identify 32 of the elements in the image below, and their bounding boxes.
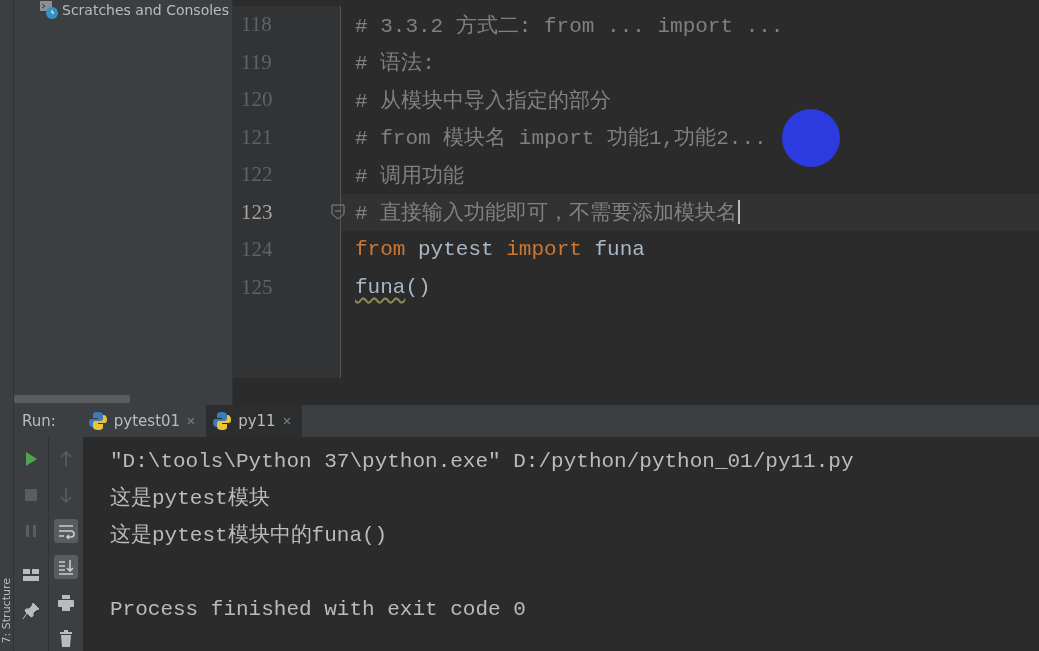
python-icon bbox=[212, 411, 233, 432]
code-token: # from 模块名 import 功能1,功能2... bbox=[355, 125, 767, 152]
console-line: Process finished with exit code 0 bbox=[110, 597, 527, 623]
code-token: # 语法: bbox=[355, 50, 435, 77]
cursor-highlight bbox=[782, 109, 840, 167]
scroll-end-icon[interactable] bbox=[54, 555, 78, 579]
fold-icon[interactable] bbox=[331, 204, 345, 221]
wrap-icon[interactable] bbox=[54, 519, 78, 543]
code-token: from bbox=[355, 238, 406, 262]
code-token: # 直接输入功能即可，不需要添加模块名 bbox=[355, 200, 738, 227]
run-tab[interactable]: pytest01 bbox=[81, 405, 207, 437]
text-cursor bbox=[738, 200, 741, 225]
code-token: funa bbox=[355, 275, 406, 299]
tree-item[interactable]: Scratches and Consoles bbox=[14, 0, 232, 20]
structure-tab[interactable]: 7: Structure bbox=[0, 577, 13, 643]
console-line: "D:\tools\Python 37\python.exe" D:/python/python_01/py11.py bbox=[110, 449, 854, 475]
code-token: import bbox=[506, 238, 582, 262]
run-tab[interactable]: py11 bbox=[206, 405, 302, 437]
close-icon[interactable] bbox=[186, 416, 197, 427]
close-icon[interactable] bbox=[281, 416, 292, 427]
code-token: # 3.3.2 方式二: from ... import ... bbox=[355, 13, 784, 39]
code-token: # 从模块中导入指定的部分 bbox=[355, 88, 612, 114]
console-line: 这是pytest模块 bbox=[110, 485, 271, 512]
console-line: 这是pytest模块中的funa() bbox=[110, 522, 389, 549]
panel-title: Run: bbox=[21, 412, 57, 431]
line-number: 123 bbox=[241, 199, 273, 225]
code-token: () bbox=[405, 275, 431, 299]
scrollbar[interactable] bbox=[14, 395, 130, 404]
code-token: # 调用功能 bbox=[355, 163, 465, 189]
python-icon bbox=[87, 411, 108, 432]
code-token: funa bbox=[594, 238, 645, 262]
code-token: pytest bbox=[418, 238, 494, 262]
